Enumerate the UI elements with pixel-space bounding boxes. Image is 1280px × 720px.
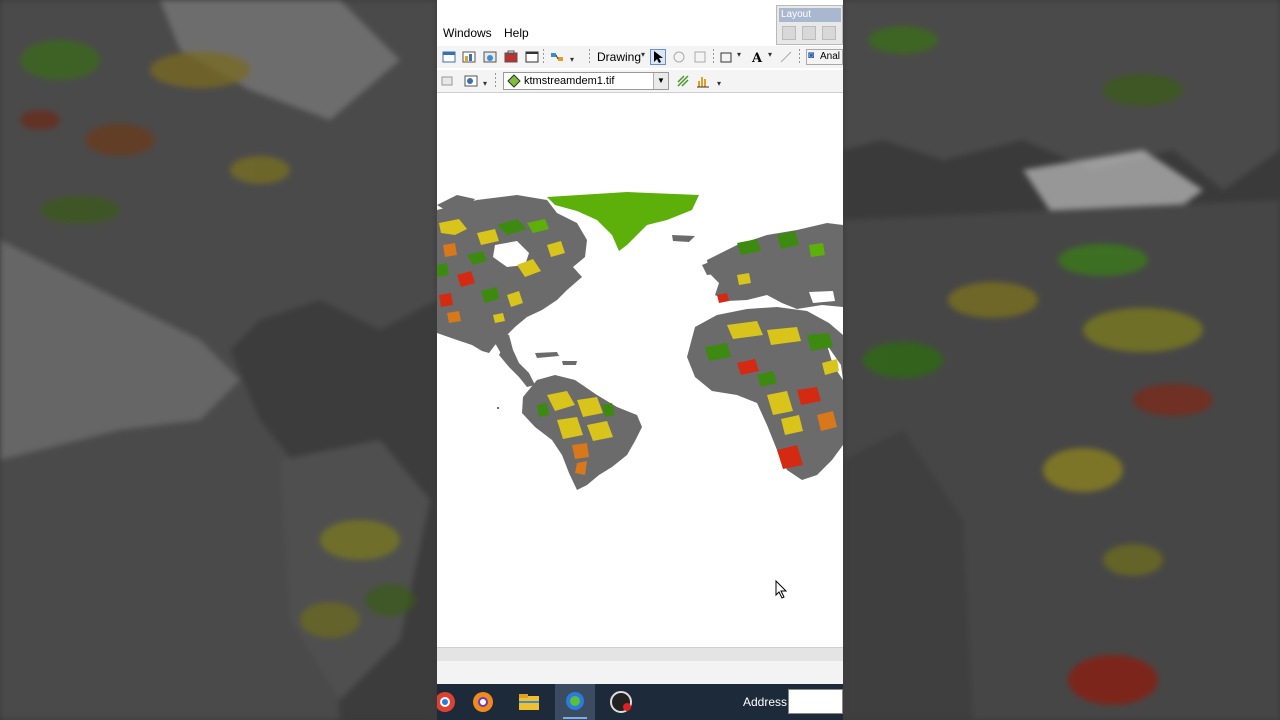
address-label: Address: [743, 695, 788, 709]
model-builder-icon[interactable]: [549, 49, 565, 65]
text-icon[interactable]: A: [749, 49, 765, 66]
toolbar-separator: [589, 49, 590, 65]
image-analysis-toolbar: ▾ ktmstreamdem1.tif ▼ ▾: [437, 70, 843, 93]
attribute-table-icon[interactable]: [461, 49, 477, 65]
zoom-to-layer-icon[interactable]: [463, 73, 479, 89]
layout-toolbar: Layout: [776, 5, 843, 45]
callout-icon[interactable]: [778, 49, 794, 65]
arcmap-window: Windows Help Layout ▾ Drawing ▾ ▾ A ▾ ◙ …: [437, 0, 843, 720]
map-display[interactable]: [437, 95, 843, 647]
layout-toolbar-title[interactable]: Layout: [779, 8, 841, 22]
menu-windows[interactable]: Windows: [443, 26, 492, 40]
layer-select[interactable]: ktmstreamdem1.tif ▼: [503, 72, 669, 90]
analysis-label: Anal: [820, 51, 841, 62]
svg-text:A: A: [751, 51, 763, 64]
analysis-button[interactable]: ◙ Anal: [806, 49, 843, 65]
toolbar-separator: [713, 49, 714, 65]
menu-help[interactable]: Help: [504, 26, 529, 40]
drawing-menu[interactable]: Drawing: [597, 50, 641, 64]
histogram-icon[interactable]: [695, 73, 711, 89]
raster-tool-icon[interactable]: [675, 73, 691, 89]
rectangle-icon[interactable]: [718, 49, 734, 65]
address-input[interactable]: [788, 689, 843, 714]
layer-select-value: ktmstreamdem1.tif: [524, 75, 615, 87]
right-background-map-image: [843, 0, 1280, 720]
rotate-icon[interactable]: [671, 49, 687, 65]
left-blurred-background: [0, 0, 437, 720]
select-elements-icon[interactable]: [650, 49, 666, 65]
left-background-map-image: [0, 0, 437, 720]
catalog-icon[interactable]: [482, 49, 498, 65]
text-dropdown-icon[interactable]: ▾: [768, 50, 772, 59]
horizontal-scrollbar[interactable]: [437, 647, 843, 662]
right-blurred-background: [843, 0, 1280, 720]
zoom-out-layout-icon[interactable]: [802, 26, 816, 40]
toolbar-overflow-icon[interactable]: ▾: [570, 55, 574, 64]
status-bar: [437, 661, 843, 684]
toolbar-overflow-icon[interactable]: ▾: [483, 79, 487, 88]
raster-layer-icon: [507, 74, 521, 88]
drawing-dropdown-icon[interactable]: ▾: [641, 50, 645, 59]
identify-icon[interactable]: [439, 73, 455, 89]
toolbar-separator: [799, 49, 800, 65]
python-window-icon[interactable]: [524, 49, 540, 65]
mouse-cursor-icon: [775, 580, 788, 599]
standard-toolbar: ▾ Drawing ▾ ▾ A ▾ ◙ Anal: [437, 46, 843, 68]
toolbox-icon[interactable]: [503, 49, 519, 65]
data-view-icon[interactable]: [441, 49, 457, 65]
zoom-in-layout-icon[interactable]: [782, 26, 796, 40]
toolbar-separator: [543, 49, 544, 65]
toolbar-separator: [495, 73, 496, 89]
file-explorer-icon[interactable]: [517, 690, 541, 714]
chevron-down-icon[interactable]: ▼: [653, 73, 668, 89]
analysis-icon: ◙: [808, 50, 815, 61]
arcmap-taskbar-icon[interactable]: [555, 684, 595, 720]
rectangle-dropdown-icon[interactable]: ▾: [737, 50, 741, 59]
pan-layout-icon[interactable]: [822, 26, 836, 40]
chrome-icon[interactable]: [437, 690, 457, 714]
toolbar-overflow-icon[interactable]: ▾: [717, 79, 721, 88]
taskbar: Address: [437, 684, 843, 720]
zoom-whole-page-icon[interactable]: [692, 49, 708, 65]
world-raster-map: [437, 192, 843, 490]
screen-recorder-icon[interactable]: [609, 690, 633, 714]
firefox-icon[interactable]: [471, 690, 495, 714]
